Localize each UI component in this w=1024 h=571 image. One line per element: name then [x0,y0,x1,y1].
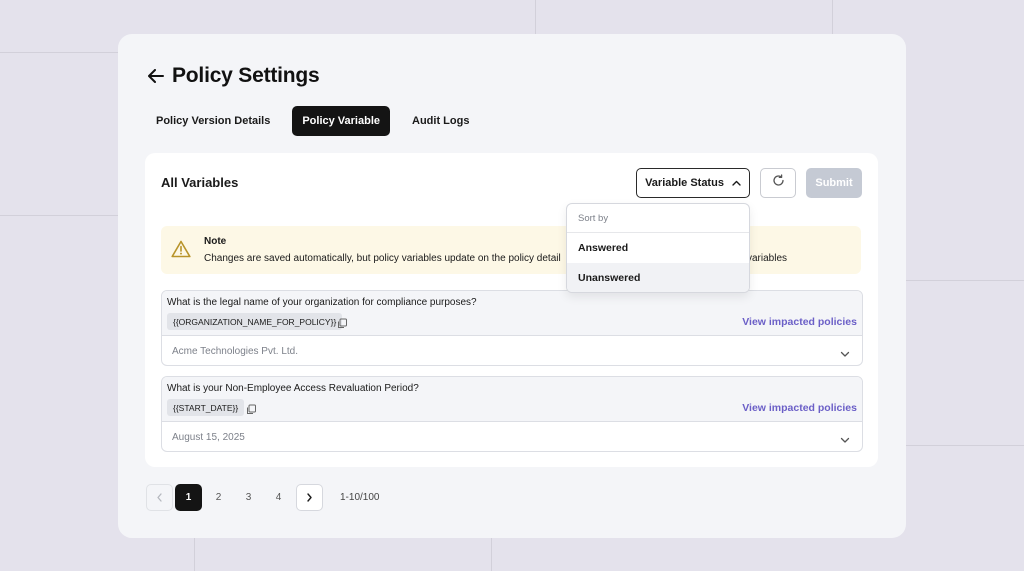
submit-button[interactable]: Submit [806,168,862,198]
chevron-right-icon [307,493,312,502]
page-button-1[interactable]: 1 [175,484,202,511]
variable-question: What is the legal name of your organizat… [167,297,477,308]
bg-line [491,538,492,571]
tab-policy-variable[interactable]: Policy Variable [292,106,390,136]
pagination: 1 2 3 4 1-10/100 [146,484,379,511]
variable-tag: {{ORGANIZATION_NAME_FOR_POLICY}} [167,313,343,330]
variable-card: What is the legal name of your organizat… [161,290,863,366]
variable-status-label: Variable Status [645,177,724,189]
note-banner: Note Changes are saved automatically, bu… [161,226,861,274]
warning-triangle-icon [171,240,191,258]
page-button-3[interactable]: 3 [235,484,262,511]
note-text: Changes are saved automatically, but pol… [204,253,561,264]
next-page-button[interactable] [296,484,323,511]
view-impacted-policies-link[interactable]: View impacted policies [742,402,857,414]
variable-card: What is your Non-Employee Access Revalua… [161,376,863,452]
refresh-icon [772,174,785,192]
refresh-button[interactable] [760,168,796,198]
arrow-left-icon[interactable] [148,67,166,85]
tab-policy-version-details[interactable]: Policy Version Details [146,106,280,136]
bg-line [194,538,195,571]
dropdown-option-unanswered[interactable]: Unanswered [567,263,749,292]
panel-title: All Variables [161,175,239,190]
chevron-left-icon [157,493,162,502]
settings-card: Policy Settings Policy Version Details P… [118,34,906,538]
variable-question: What is your Non-Employee Access Revalua… [167,383,419,394]
variable-card-header: What is your Non-Employee Access Revalua… [162,377,862,422]
page-button-4[interactable]: 4 [265,484,292,511]
variable-card-header: What is the legal name of your organizat… [162,291,862,336]
variable-status-button[interactable]: Variable Status [636,168,750,198]
variable-tag: {{START_DATE}} [167,399,245,416]
note-title: Note [204,236,227,247]
dropdown-option-answered[interactable]: Answered [567,233,749,263]
bg-line [535,0,536,34]
chevron-up-icon [732,180,741,186]
variables-panel: All Variables Variable Status Submit Not… [145,153,878,467]
bg-line [0,215,118,216]
chevron-down-icon[interactable] [840,346,850,357]
tab-audit-logs[interactable]: Audit Logs [402,106,479,136]
tab-bar: Policy Version Details Policy Variable A… [146,106,491,136]
note-text-end: variables [747,253,788,264]
copy-icon[interactable] [337,316,348,328]
page-header: Policy Settings [148,64,320,88]
page-title: Policy Settings [172,64,320,87]
bg-line [832,0,833,34]
dropdown-label: Sort by [567,204,749,233]
variable-answer-select[interactable]: Acme Technologies Pvt. Ltd. [172,346,298,357]
variable-answer-select[interactable]: August 15, 2025 [172,432,245,443]
chevron-down-icon[interactable] [840,432,850,443]
variable-status-dropdown: Sort by Answered Unanswered [566,203,750,293]
bg-line [0,52,118,53]
previous-page-button[interactable] [146,484,173,511]
view-impacted-policies-link[interactable]: View impacted policies [742,316,857,328]
page-button-2[interactable]: 2 [205,484,232,511]
bg-line [906,280,1024,281]
bg-line [906,445,1024,446]
copy-icon[interactable] [246,402,257,414]
page-range: 1-10/100 [340,492,380,503]
